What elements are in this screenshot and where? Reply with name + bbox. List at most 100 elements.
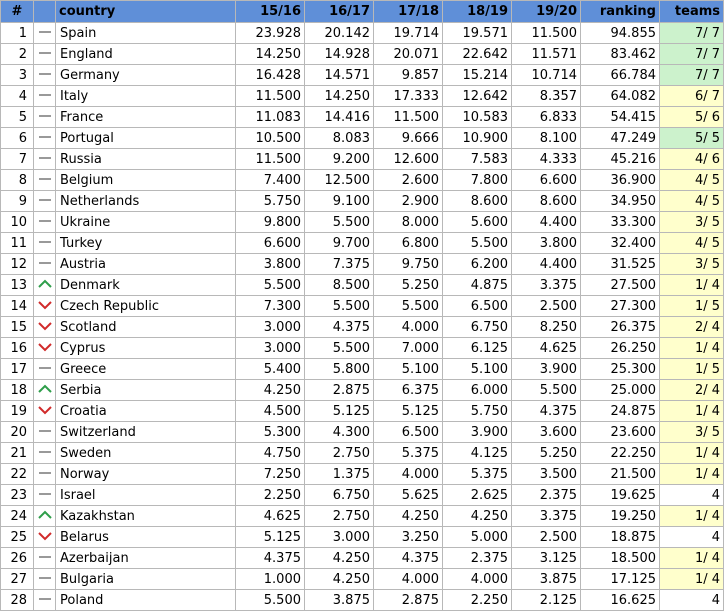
season-18-19-value: 5.600 bbox=[442, 211, 512, 233]
trend-cell bbox=[33, 505, 56, 527]
row-index: 1 bbox=[0, 22, 34, 44]
season-17-18-value: 9.666 bbox=[373, 127, 443, 149]
trend-same-icon bbox=[38, 152, 52, 167]
trend-cell bbox=[33, 526, 56, 548]
row-index: 20 bbox=[0, 421, 34, 443]
header-season-18-19[interactable]: 18/19 bbox=[442, 0, 512, 23]
row-index: 11 bbox=[0, 232, 34, 254]
table-row[interactable]: 19 Croatia 4.500 5.125 5.125 5.750 4.375 24.875… bbox=[0, 400, 724, 422]
country-name: Spain bbox=[55, 22, 236, 44]
season-17-18-value: 20.071 bbox=[373, 43, 443, 65]
trend-cell bbox=[33, 421, 56, 443]
table-row[interactable]: 27 Bulgaria 1.000 4.250 4.000 4.000 3.875 17.12… bbox=[0, 568, 724, 590]
table-row[interactable]: 17 Greece 5.400 5.800 5.100 5.100 3.900 25.300 1… bbox=[0, 358, 724, 380]
season-16-17-value: 6.750 bbox=[304, 484, 374, 506]
season-18-19-value: 15.214 bbox=[442, 64, 512, 86]
teams-value: 7/ 7 bbox=[659, 64, 724, 86]
season-19-20-value: 4.625 bbox=[511, 337, 581, 359]
table-row[interactable]: 3 Germany 16.428 14.571 9.857 15.214 10.714 66.… bbox=[0, 64, 724, 86]
header-season-16-17[interactable]: 16/17 bbox=[304, 0, 374, 23]
season-18-19-value: 19.571 bbox=[442, 22, 512, 44]
table-row[interactable]: 15 Scotland 3.000 4.375 4.000 6.750 8.250 26.37… bbox=[0, 316, 724, 338]
header-index[interactable]: # bbox=[0, 0, 34, 23]
season-15-16-value: 5.300 bbox=[235, 421, 305, 443]
uefa-coefficient-table: # country 15/16 16/17 17/18 18/19 19/20 … bbox=[0, 0, 724, 611]
season-17-18-value: 6.500 bbox=[373, 421, 443, 443]
teams-value: 4/ 5 bbox=[659, 169, 724, 191]
table-row[interactable]: 28 Poland 5.500 3.875 2.875 2.250 2.125 16.625 4 bbox=[0, 589, 724, 611]
table-row[interactable]: 7 Russia 11.500 9.200 12.600 7.583 4.333 45.216… bbox=[0, 148, 724, 170]
table-row[interactable]: 4 Italy 11.500 14.250 17.333 12.642 8.357 64.08… bbox=[0, 85, 724, 107]
table-row[interactable]: 13 Denmark 5.500 8.500 5.250 4.875 3.375 27.500… bbox=[0, 274, 724, 296]
trend-same-icon bbox=[38, 257, 52, 272]
country-name: Ukraine bbox=[55, 211, 236, 233]
season-16-17-value: 20.142 bbox=[304, 22, 374, 44]
table-row[interactable]: 22 Norway 7.250 1.375 4.000 5.375 3.500 21.500 1… bbox=[0, 463, 724, 485]
season-16-17-value: 3.000 bbox=[304, 526, 374, 548]
row-index: 14 bbox=[0, 295, 34, 317]
trend-cell bbox=[33, 316, 56, 338]
header-season-17-18[interactable]: 17/18 bbox=[373, 0, 443, 23]
row-index: 17 bbox=[0, 358, 34, 380]
season-19-20-value: 3.375 bbox=[511, 274, 581, 296]
table-row[interactable]: 18 Serbia 4.250 2.875 6.375 6.000 5.500 25.000 2… bbox=[0, 379, 724, 401]
table-row[interactable]: 25 Belarus 5.125 3.000 3.250 5.000 2.500 18.875… bbox=[0, 526, 724, 548]
header-trend bbox=[33, 0, 56, 23]
table-row[interactable]: 26 Azerbaijan 4.375 4.250 4.375 2.375 3.125 18.… bbox=[0, 547, 724, 569]
table-row[interactable]: 5 France 11.083 14.416 11.500 10.583 6.833 54.4… bbox=[0, 106, 724, 128]
season-18-19-value: 2.625 bbox=[442, 484, 512, 506]
header-teams[interactable]: teams bbox=[659, 0, 724, 23]
season-16-17-value: 9.700 bbox=[304, 232, 374, 254]
table-row[interactable]: 1 Spain 23.928 20.142 19.714 19.571 11.500 94.8… bbox=[0, 22, 724, 44]
season-16-17-value: 14.250 bbox=[304, 85, 374, 107]
ranking-value: 83.462 bbox=[580, 43, 660, 65]
trend-cell bbox=[33, 232, 56, 254]
table-row[interactable]: 6 Portugal 10.500 8.083 9.666 10.900 8.100 47.2… bbox=[0, 127, 724, 149]
season-18-19-value: 8.600 bbox=[442, 190, 512, 212]
table-row[interactable]: 9 Netherlands 5.750 9.100 2.900 8.600 8.600 34.… bbox=[0, 190, 724, 212]
ranking-value: 34.950 bbox=[580, 190, 660, 212]
country-name: Denmark bbox=[55, 274, 236, 296]
table-row[interactable]: 24 Kazakhstan 4.625 2.750 4.250 4.250 3.375 19.… bbox=[0, 505, 724, 527]
table-row[interactable]: 11 Turkey 6.600 9.700 6.800 5.500 3.800 32.400 4… bbox=[0, 232, 724, 254]
row-index: 2 bbox=[0, 43, 34, 65]
season-19-20-value: 8.600 bbox=[511, 190, 581, 212]
table-row[interactable]: 12 Austria 3.800 7.375 9.750 6.200 4.400 31.525… bbox=[0, 253, 724, 275]
row-index: 28 bbox=[0, 589, 34, 611]
table-row[interactable]: 20 Switzerland 5.300 4.300 6.500 3.900 3.600 23… bbox=[0, 421, 724, 443]
table-row[interactable]: 16 Cyprus 3.000 5.500 7.000 6.125 4.625 26.250 1… bbox=[0, 337, 724, 359]
trend-cell bbox=[33, 106, 56, 128]
header-season-15-16[interactable]: 15/16 bbox=[235, 0, 305, 23]
season-16-17-value: 4.250 bbox=[304, 568, 374, 590]
season-15-16-value: 11.083 bbox=[235, 106, 305, 128]
table-row[interactable]: 10 Ukraine 9.800 5.500 8.000 5.600 4.400 33.300… bbox=[0, 211, 724, 233]
season-15-16-value: 16.428 bbox=[235, 64, 305, 86]
table-row[interactable]: 8 Belgium 7.400 12.500 2.600 7.800 6.600 36.900… bbox=[0, 169, 724, 191]
teams-value: 1/ 4 bbox=[659, 274, 724, 296]
ranking-value: 21.500 bbox=[580, 463, 660, 485]
header-country[interactable]: country bbox=[55, 0, 236, 23]
teams-value: 1/ 4 bbox=[659, 547, 724, 569]
season-16-17-value: 9.200 bbox=[304, 148, 374, 170]
season-19-20-value: 4.400 bbox=[511, 253, 581, 275]
table-row[interactable]: 14 Czech Republic 7.300 5.500 5.500 6.500 2.50… bbox=[0, 295, 724, 317]
trend-up-icon bbox=[37, 278, 52, 293]
country-name: Italy bbox=[55, 85, 236, 107]
country-name: Kazakhstan bbox=[55, 505, 236, 527]
season-19-20-value: 8.250 bbox=[511, 316, 581, 338]
season-18-19-value: 6.750 bbox=[442, 316, 512, 338]
header-row: # country 15/16 16/17 17/18 18/19 19/20 … bbox=[0, 0, 724, 23]
header-season-19-20[interactable]: 19/20 bbox=[511, 0, 581, 23]
country-name: Cyprus bbox=[55, 337, 236, 359]
season-16-17-value: 8.083 bbox=[304, 127, 374, 149]
season-16-17-value: 5.125 bbox=[304, 400, 374, 422]
row-index: 10 bbox=[0, 211, 34, 233]
table-row[interactable]: 21 Sweden 4.750 2.750 5.375 4.125 5.250 22.250 1… bbox=[0, 442, 724, 464]
header-ranking[interactable]: ranking bbox=[580, 0, 660, 23]
ranking-value: 27.300 bbox=[580, 295, 660, 317]
season-18-19-value: 5.750 bbox=[442, 400, 512, 422]
table-row[interactable]: 2 England 14.250 14.928 20.071 22.642 11.571 83… bbox=[0, 43, 724, 65]
table-row[interactable]: 23 Israel 2.250 6.750 5.625 2.625 2.375 19.625 4 bbox=[0, 484, 724, 506]
country-name: Belarus bbox=[55, 526, 236, 548]
season-19-20-value: 3.500 bbox=[511, 463, 581, 485]
